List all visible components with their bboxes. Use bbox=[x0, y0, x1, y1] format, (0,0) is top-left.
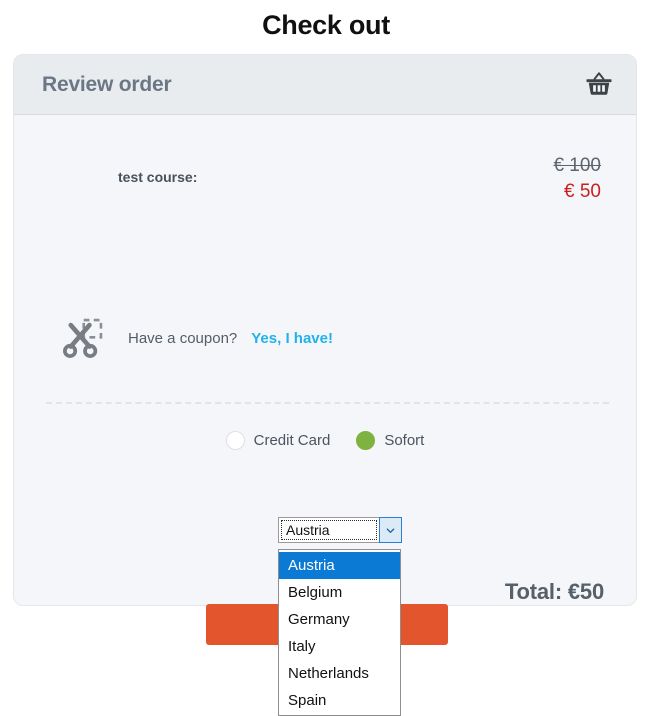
line-item-name: test course: bbox=[118, 169, 198, 185]
country-dropdown-list[interactable]: Austria Belgium Germany Italy Netherland… bbox=[278, 549, 401, 716]
dropdown-option-germany[interactable]: Germany bbox=[279, 606, 400, 633]
payment-option-credit-card[interactable]: Credit Card bbox=[225, 431, 331, 450]
price-original: € 100 bbox=[553, 155, 601, 176]
dropdown-option-netherlands[interactable]: Netherlands bbox=[279, 660, 400, 687]
country-select-value: Austria bbox=[286, 522, 330, 538]
payment-option-credit-card-label: Credit Card bbox=[253, 432, 331, 449]
coupon-row: Have a coupon? Yes, I have! bbox=[60, 315, 333, 361]
order-total: Total: €50 bbox=[504, 579, 604, 604]
review-order-card: Review order test course: € 100 € 50 Hav… bbox=[13, 54, 637, 716]
shopping-basket-icon bbox=[584, 70, 614, 100]
payment-method-group: Credit Card Sofort bbox=[14, 431, 636, 450]
payment-option-sofort-label: Sofort bbox=[384, 432, 425, 449]
radio-credit-card[interactable] bbox=[225, 431, 245, 450]
card-header-title: Review order bbox=[42, 72, 172, 96]
order-line-item: test course: € 100 € 50 bbox=[14, 153, 636, 204]
payment-option-sofort[interactable]: Sofort bbox=[356, 431, 424, 450]
line-item-prices: € 100 € 50 bbox=[553, 153, 601, 204]
country-select[interactable]: Austria bbox=[278, 517, 402, 543]
dropdown-option-austria[interactable]: Austria bbox=[279, 552, 400, 579]
page-title: Check out bbox=[262, 10, 390, 40]
card-header: Review order bbox=[14, 55, 636, 115]
section-divider bbox=[46, 402, 609, 404]
country-select-field[interactable]: Austria bbox=[278, 517, 379, 543]
coupon-question: Have a coupon? bbox=[128, 329, 238, 347]
dropdown-option-italy[interactable]: Italy bbox=[279, 633, 400, 660]
dropdown-option-belgium[interactable]: Belgium bbox=[279, 579, 400, 606]
radio-sofort[interactable] bbox=[356, 431, 376, 450]
coupon-link[interactable]: Yes, I have! bbox=[251, 330, 333, 347]
chevron-down-icon bbox=[386, 527, 395, 533]
card-body: test course: € 100 € 50 Have a coupon? Y… bbox=[14, 115, 636, 716]
scissors-icon bbox=[60, 315, 106, 361]
dropdown-option-spain[interactable]: Spain bbox=[279, 687, 400, 714]
price-discounted: € 50 bbox=[564, 180, 601, 202]
country-select-arrow-button[interactable] bbox=[379, 517, 402, 543]
